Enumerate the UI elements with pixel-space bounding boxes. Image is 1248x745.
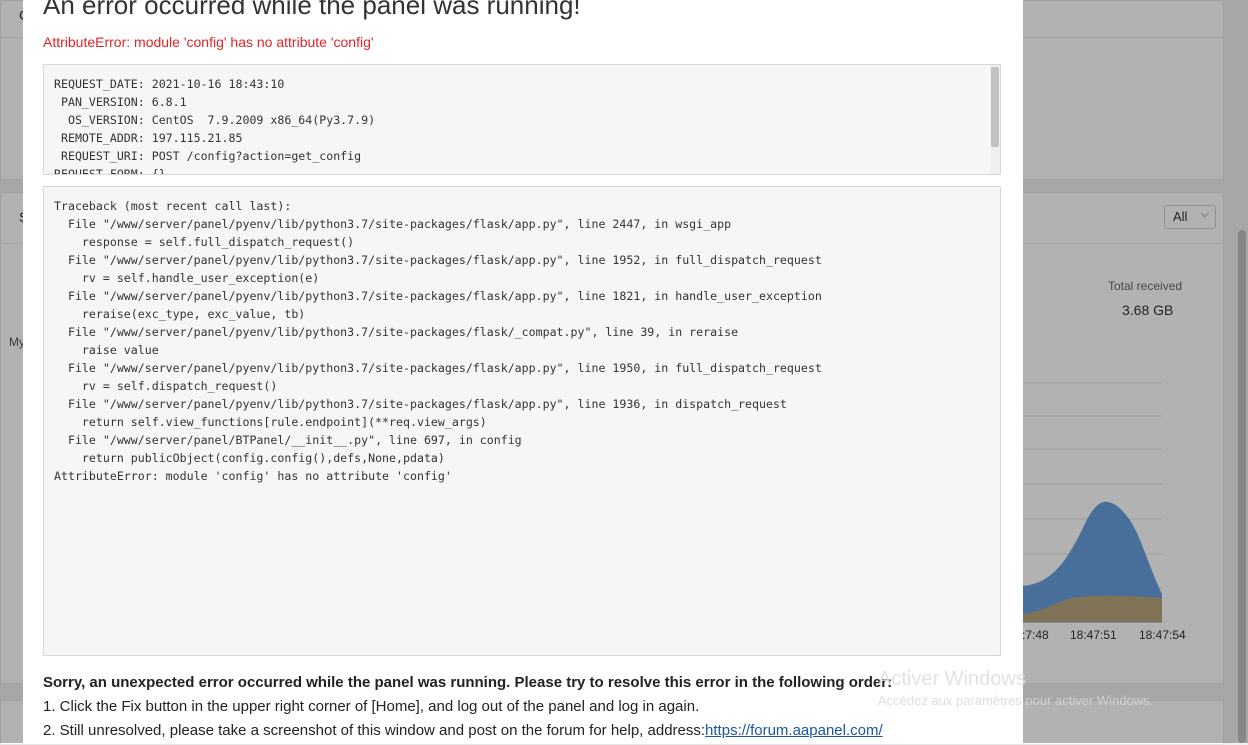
help-heading: Sorry, an unexpected error occurred whil… xyxy=(43,674,893,691)
forum-link[interactable]: https://forum.aapanel.com/ xyxy=(705,722,883,739)
help-step-2: 2. Still unresolved, please take a scree… xyxy=(43,722,883,739)
traceback-text: Traceback (most recent call last): File … xyxy=(54,199,822,483)
traceback-box[interactable]: Traceback (most recent call last): File … xyxy=(43,186,1001,656)
request-info-box[interactable]: REQUEST_DATE: 2021-10-16 18:43:10 PAN_VE… xyxy=(43,64,1001,175)
dialog-title: An error occurred while the panel was ru… xyxy=(43,0,581,20)
request-info-text: REQUEST_DATE: 2021-10-16 18:43:10 PAN_VE… xyxy=(54,77,376,175)
error-message: AttributeError: module 'config' has no a… xyxy=(43,34,374,50)
windows-activation-title: Activer Windows xyxy=(878,668,1026,690)
request-info-scrollbar[interactable] xyxy=(990,65,1000,174)
help-step-2-text: 2. Still unresolved, please take a scree… xyxy=(43,722,706,739)
error-dialog: An error occurred while the panel was ru… xyxy=(23,0,1023,743)
windows-activation-subtitle: Accédez aux paramètres pour activer Wind… xyxy=(878,693,1154,708)
help-step-1: 1. Click the Fix button in the upper rig… xyxy=(43,698,700,715)
scroll-thumb[interactable] xyxy=(991,67,999,147)
